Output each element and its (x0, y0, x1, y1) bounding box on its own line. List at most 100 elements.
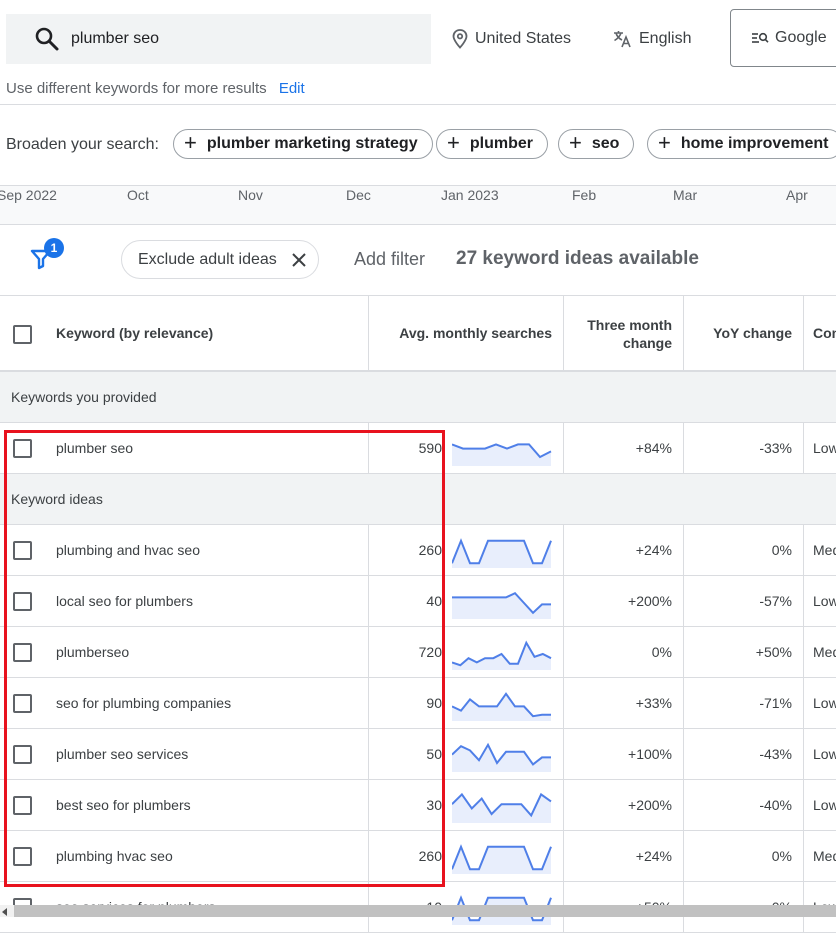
broaden-chip[interactable]: + seo (558, 129, 635, 159)
trend-sparkline[interactable] (452, 636, 552, 670)
exclude-adult-chip[interactable]: Exclude adult ideas (121, 240, 319, 279)
keyword-cell: seo for plumbing companies (56, 695, 232, 711)
column-divider (803, 296, 804, 371)
avg-searches-cell: 260 (418, 542, 442, 558)
date-timeline[interactable] (0, 185, 836, 225)
table-row: plumbing hvac seo 260 +24% 0% Med (0, 831, 836, 882)
column-divider (563, 831, 564, 881)
header-yoy[interactable]: YoY change (713, 325, 792, 341)
avg-searches-cell: 50 (426, 746, 442, 762)
close-icon[interactable] (291, 252, 307, 268)
yoy-change-cell: 0% (771, 848, 792, 864)
competition-cell: Low (813, 695, 836, 711)
row-checkbox[interactable] (13, 439, 32, 458)
horizontal-scrollbar[interactable] (0, 905, 836, 917)
trend-sparkline[interactable] (452, 585, 552, 619)
column-divider (683, 296, 684, 371)
exclude-chip-label: Exclude adult ideas (138, 250, 277, 268)
column-divider (563, 729, 564, 779)
timeline-month: Dec (346, 187, 371, 203)
trend-sparkline[interactable] (452, 789, 552, 823)
timeline-month: Nov (238, 187, 263, 203)
search-query[interactable]: plumber seo (71, 30, 159, 48)
column-divider (563, 423, 564, 473)
keyword-cell: plumbing hvac seo (56, 848, 173, 864)
hint-text: Use different keywords for more results (6, 80, 267, 97)
language-label: English (639, 30, 692, 47)
header-competition[interactable]: Com (813, 325, 836, 341)
three-month-change-cell: 0% (651, 644, 672, 660)
table-row: plumber seo 590 +84% -33% Low (0, 423, 836, 474)
plus-icon: + (184, 130, 197, 155)
avg-searches-cell: 260 (418, 848, 442, 864)
plus-icon: + (569, 130, 582, 155)
edit-link[interactable]: Edit (279, 80, 305, 97)
broaden-chip[interactable]: + plumber (436, 129, 548, 159)
trend-sparkline[interactable] (452, 687, 552, 721)
column-divider (563, 576, 564, 626)
row-checkbox[interactable] (13, 592, 32, 611)
scroll-left-arrow[interactable] (0, 905, 14, 917)
network-label: Google (775, 29, 827, 46)
yoy-change-cell: 0% (771, 542, 792, 558)
scroll-left-icon (2, 908, 7, 916)
three-month-change-cell: +200% (628, 593, 672, 609)
select-all-checkbox[interactable] (13, 325, 32, 344)
keyword-cell: plumber seo services (56, 746, 189, 762)
search-icon (35, 27, 59, 51)
table-header: Keyword (by relevance) Avg. monthly sear… (0, 295, 836, 372)
competition-cell: Low (813, 746, 836, 762)
column-divider (683, 780, 684, 830)
header-three-month[interactable]: Three month change (562, 316, 672, 352)
chip-label: seo (591, 135, 620, 152)
three-month-change-cell: +24% (635, 848, 672, 864)
yoy-change-cell: -43% (759, 746, 792, 762)
three-month-change-cell: +24% (635, 542, 672, 558)
language-selector[interactable]: English (612, 29, 691, 49)
column-divider (368, 423, 369, 473)
yoy-change-cell: -71% (759, 695, 792, 711)
header-avg-searches[interactable]: Avg. monthly searches (399, 325, 552, 341)
chip-label: plumber (469, 135, 533, 152)
trend-sparkline[interactable] (452, 432, 552, 466)
avg-searches-cell: 90 (426, 695, 442, 711)
network-selector[interactable]: Google (730, 9, 836, 67)
table-row: seo for plumbing companies 90 +33% -71% Low (0, 678, 836, 729)
column-divider (803, 831, 804, 881)
add-filter-button[interactable]: Add filter (354, 249, 425, 270)
keyword-hint: Use different keywords for more results … (6, 80, 305, 97)
location-pin-icon (452, 29, 468, 49)
trend-sparkline[interactable] (452, 534, 552, 568)
row-checkbox[interactable] (13, 694, 32, 713)
search-box[interactable]: plumber seo (6, 14, 431, 64)
broaden-chip[interactable]: + plumber marketing strategy (173, 129, 433, 159)
row-checkbox[interactable] (13, 745, 32, 764)
avg-searches-cell: 30 (426, 797, 442, 813)
plus-icon: + (447, 130, 460, 155)
broaden-label: Broaden your search: (6, 136, 159, 153)
competition-cell: Low (813, 797, 836, 813)
section-label: Keyword ideas (11, 491, 103, 507)
timeline-month: Feb (572, 187, 597, 203)
trend-sparkline[interactable] (452, 738, 552, 772)
keyword-cell: plumbing and hvac seo (56, 542, 200, 558)
row-checkbox[interactable] (13, 541, 32, 560)
column-divider (563, 627, 564, 677)
sparkline-area (452, 693, 551, 721)
column-divider (563, 780, 564, 830)
location-label: United States (475, 30, 572, 47)
column-divider (368, 296, 369, 371)
header-keyword[interactable]: Keyword (by relevance) (56, 325, 213, 341)
column-divider (803, 780, 804, 830)
column-divider (368, 627, 369, 677)
row-checkbox[interactable] (13, 643, 32, 662)
row-checkbox[interactable] (13, 847, 32, 866)
timeline-month: Sep 2022 (0, 187, 57, 203)
table-section: Keywords you provided (0, 372, 836, 423)
row-checkbox[interactable] (13, 796, 32, 815)
broaden-chip[interactable]: + home improvement (647, 129, 836, 159)
location-selector[interactable]: United States (452, 29, 571, 49)
trend-sparkline[interactable] (452, 840, 552, 874)
column-divider (803, 678, 804, 728)
competition-cell: Med (813, 542, 836, 558)
